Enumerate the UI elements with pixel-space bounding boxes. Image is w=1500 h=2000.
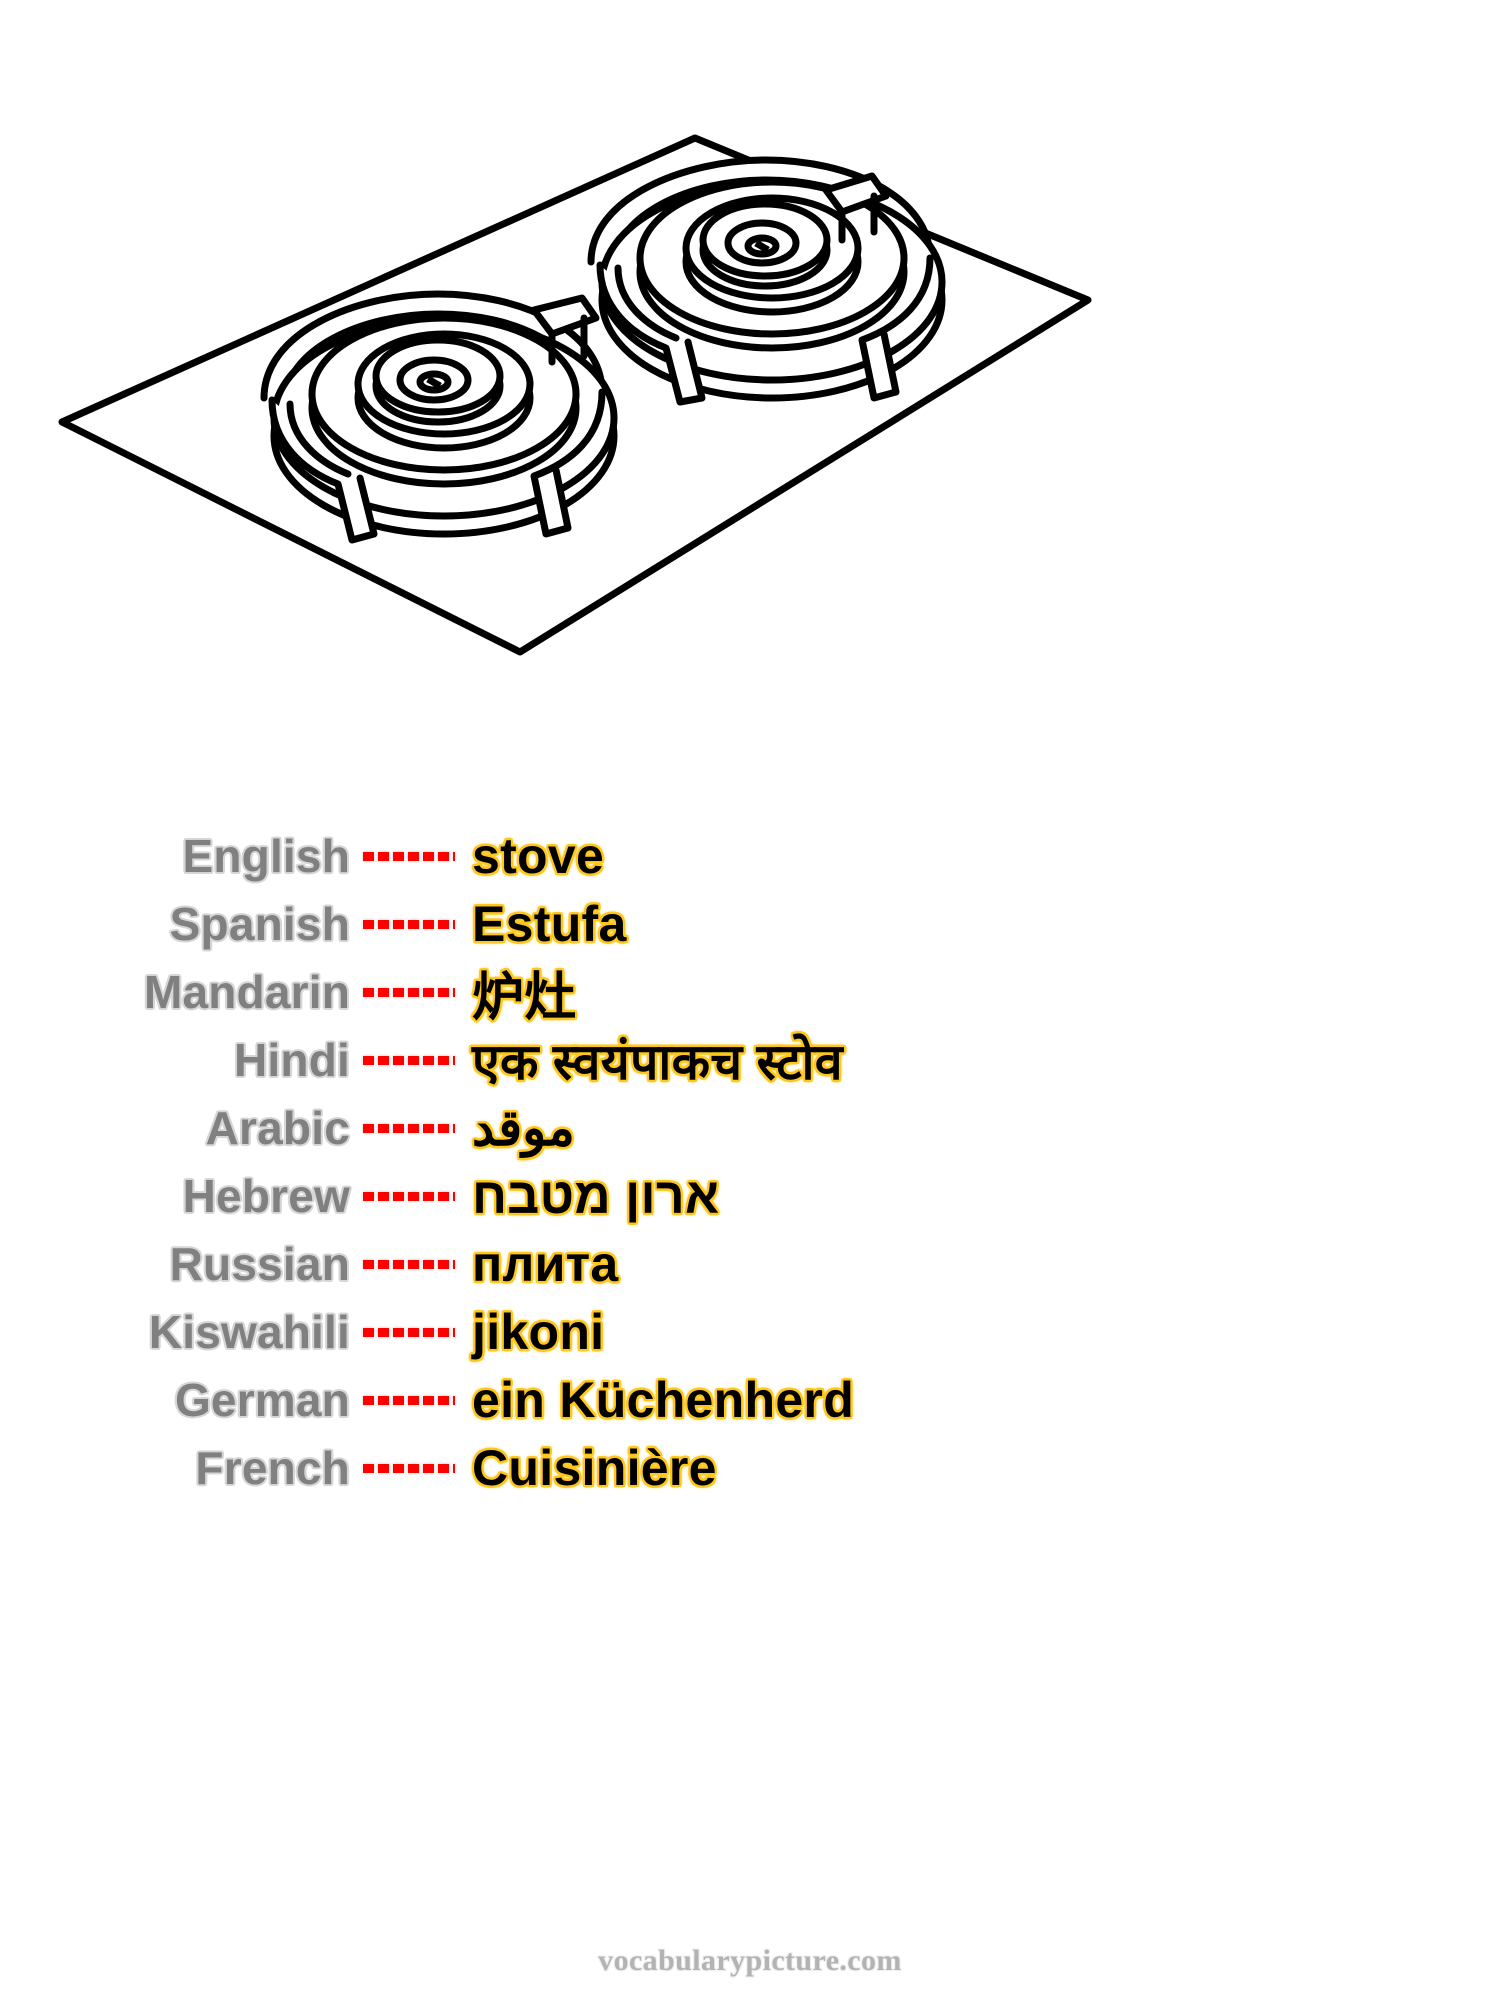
vocab-row-german: German ein Küchenherd: [0, 1366, 1500, 1434]
vocab-row-arabic: Arabic موقد: [0, 1094, 1500, 1162]
separator-french: [350, 1463, 468, 1473]
dashes-icon: [363, 1259, 455, 1269]
separator-hindi: [350, 1055, 468, 1065]
dashes-icon: [363, 1463, 455, 1473]
language-label-kiswahili: Kiswahili: [148, 1306, 350, 1358]
dashes-icon: [363, 851, 455, 861]
language-label-english: English: [182, 830, 350, 882]
vocab-row-hindi: Hindi एक स्वयंपाकच स्टोव: [0, 1026, 1500, 1094]
language-label-hebrew: Hebrew: [182, 1170, 350, 1222]
language-label-hindi: Hindi: [234, 1034, 350, 1086]
language-label-french: French: [195, 1442, 350, 1494]
language-label-arabic: Arabic: [205, 1102, 350, 1154]
dashes-icon: [363, 987, 455, 997]
translation-spanish: Estufa: [472, 896, 627, 952]
site-watermark: vocabularypicture.com: [598, 1944, 902, 1977]
separator-kiswahili: [350, 1327, 468, 1337]
burner-front-left-cap: [354, 330, 534, 452]
separator-english: [350, 851, 468, 861]
language-label-russian: Russian: [169, 1238, 350, 1290]
dashes-icon: [363, 1123, 455, 1133]
dashes-icon: [363, 1191, 455, 1201]
stove-illustration: [0, 0, 1500, 760]
separator-mandarin: [350, 987, 468, 997]
translation-kiswahili: jikoni: [472, 1304, 605, 1360]
translation-russian: плита: [472, 1236, 619, 1292]
translation-german: ein Küchenherd: [472, 1372, 855, 1428]
language-label-german: German: [174, 1374, 350, 1426]
separator-spanish: [350, 919, 468, 929]
dashes-icon: [363, 919, 455, 929]
separator-russian: [350, 1259, 468, 1269]
vocab-row-russian: Russian плита: [0, 1230, 1500, 1298]
translation-hebrew: ארון מטבח: [472, 1168, 720, 1224]
stove-line-drawing: [58, 134, 1092, 656]
dashes-icon: [363, 1327, 455, 1337]
translation-english: stove: [472, 828, 605, 884]
vocab-row-mandarin: Mandarin 炉灶: [0, 958, 1500, 1027]
translation-french: Cuisinière: [472, 1440, 717, 1496]
vocab-row-kiswahili: Kiswahili jikoni: [0, 1298, 1500, 1366]
dashes-icon: [363, 1055, 455, 1065]
vocab-row-spanish: Spanish Estufa: [0, 890, 1500, 958]
vocab-row-french: French Cuisinière: [0, 1434, 1500, 1502]
vocabulary-list: English stove Spanish Estufa Mandarin 炉灶…: [0, 822, 1500, 1502]
translation-hindi: एक स्वयंपाकच स्टोव: [472, 1034, 843, 1090]
translation-arabic: موقد: [472, 1100, 575, 1156]
language-label-mandarin: Mandarin: [143, 966, 350, 1018]
dashes-icon: [363, 1395, 455, 1405]
vocab-row-hebrew: Hebrew ארון מטבח: [0, 1162, 1500, 1230]
separator-arabic: [350, 1123, 468, 1133]
burner-back-right-cap: [682, 194, 862, 316]
separator-hebrew: [350, 1191, 468, 1201]
translation-mandarin: 炉灶: [472, 968, 577, 1027]
language-label-spanish: Spanish: [169, 898, 350, 950]
vocab-row-english: English stove: [0, 822, 1500, 890]
separator-german: [350, 1395, 468, 1405]
